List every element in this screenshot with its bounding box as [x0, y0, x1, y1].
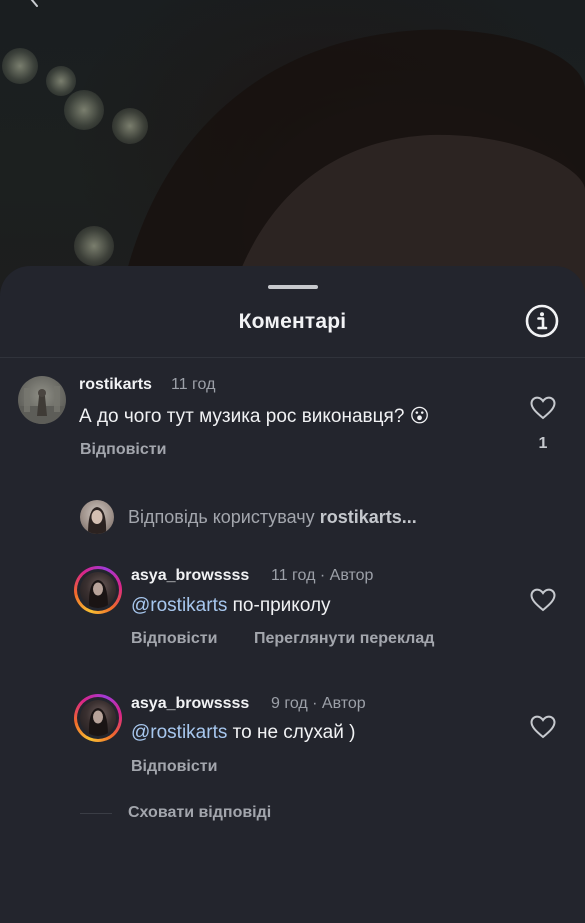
comment-text: А до чого тут музика рос виконавця? 😮 — [79, 406, 430, 427]
background-photo — [0, 0, 585, 300]
reply-meta: 11 год · Автор — [271, 567, 374, 584]
info-icon[interactable] — [525, 304, 559, 338]
hide-replies-button[interactable]: Сховати відповіді — [128, 804, 271, 822]
like-count: 1 — [538, 435, 548, 452]
story-avatar[interactable] — [74, 566, 122, 614]
reply-bar[interactable]: Відповідь користувачу rostikarts... — [128, 507, 417, 528]
comment-time: 11 год — [171, 376, 216, 393]
hide-replies-line — [80, 813, 112, 814]
mention-link[interactable]: @rostikarts — [131, 722, 227, 743]
avatar-photo — [80, 700, 116, 736]
drag-handle[interactable] — [268, 285, 318, 289]
reply-button[interactable]: Відповісти — [131, 630, 217, 648]
mention-link[interactable]: @rostikarts — [131, 595, 227, 616]
heart-icon[interactable] — [530, 588, 556, 612]
sheet-title: Коментарі — [238, 310, 347, 333]
back-chevron-icon[interactable] — [28, 0, 42, 8]
reply-username[interactable]: asya_browssss — [131, 695, 249, 713]
comment-username[interactable]: rostikarts — [79, 376, 152, 394]
screen: Коментарі rostikarts 11 год А до чого ту… — [0, 0, 585, 923]
reply-bar-prefix: Відповідь користувачу — [128, 507, 315, 527]
reply-text: @rostikarts по-приколу — [131, 595, 331, 617]
reply-meta: 9 год · Автор — [271, 695, 366, 712]
heart-icon[interactable] — [530, 396, 556, 420]
reply-bar-target: rostikarts... — [319, 507, 417, 527]
avatar-photo — [80, 572, 116, 608]
my-avatar — [80, 500, 114, 534]
reply-username[interactable]: asya_browssss — [131, 567, 249, 585]
avatar[interactable] — [18, 376, 66, 424]
heart-icon[interactable] — [530, 715, 556, 739]
divider — [0, 357, 585, 358]
reply-body: то не слухай ) — [227, 722, 356, 743]
hair-silhouette — [120, 29, 585, 300]
reply-button[interactable]: Відповісти — [80, 441, 166, 459]
see-translation-button[interactable]: Переглянути переклад — [254, 630, 434, 648]
story-avatar[interactable] — [74, 694, 122, 742]
reply-button[interactable]: Відповісти — [131, 758, 217, 776]
reply-text: @rostikarts то не слухай ) — [131, 722, 355, 744]
reply-body: по-приколу — [227, 595, 331, 616]
